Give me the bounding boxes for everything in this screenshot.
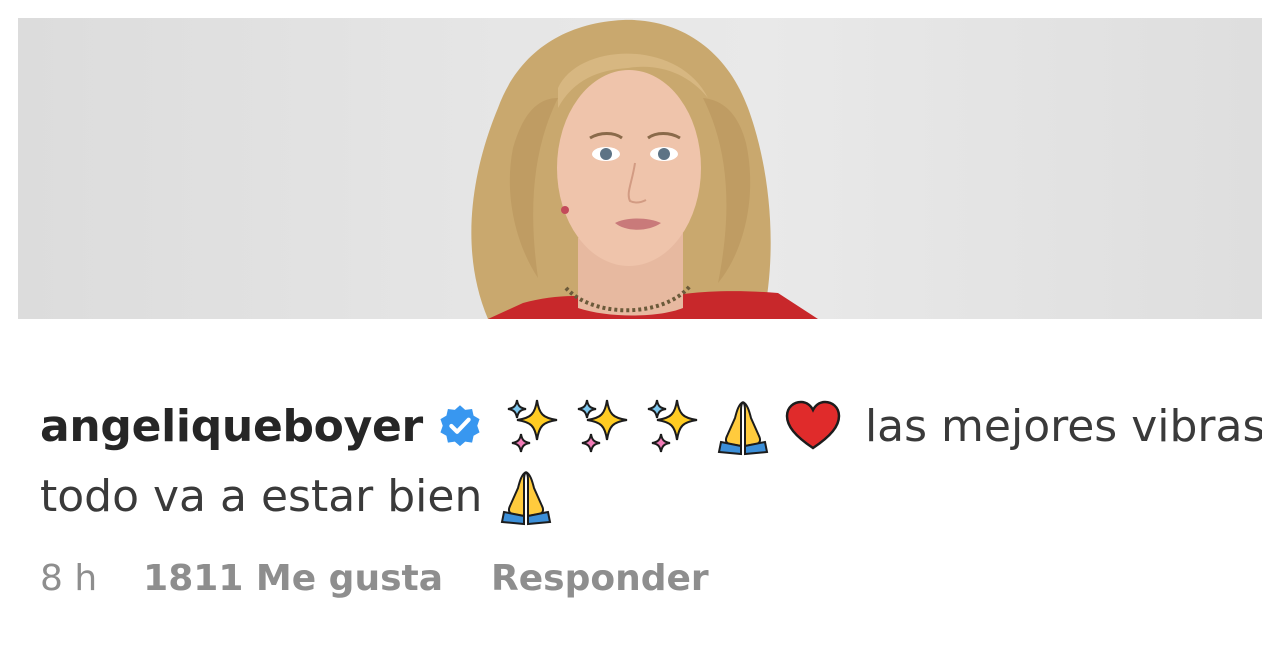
comment: angeliqueboyer las mejores vibras! todo … xyxy=(40,388,1262,534)
profile-photo-banner xyxy=(18,18,1262,319)
comment-text-line-2: todo va a estar bien xyxy=(40,470,483,522)
comment-line-2: todo va a estar bien xyxy=(40,458,1262,534)
username[interactable]: angeliqueboyer xyxy=(40,401,423,452)
sparkles-icon xyxy=(507,399,558,453)
red-heart-icon xyxy=(785,400,841,450)
likes-count-button[interactable]: 1811 Me gusta xyxy=(143,558,443,599)
reply-button[interactable]: Responder xyxy=(491,558,709,599)
instagram-comment-screenshot: angeliqueboyer las mejores vibras! todo … xyxy=(0,0,1280,656)
woman-portrait-image xyxy=(471,19,818,319)
folded-hands-icon xyxy=(501,471,552,526)
comment-line-1: angeliqueboyer las mejores vibras! xyxy=(40,388,1262,464)
sparkles-icon xyxy=(577,399,628,453)
verified-badge-icon xyxy=(440,405,480,447)
comment-text-line-1: las mejores vibras! xyxy=(864,400,1262,452)
comment-meta-row: 8 h 1811 Me gusta Responder xyxy=(40,558,709,599)
comment-timestamp: 8 h xyxy=(40,558,98,599)
folded-hands-icon xyxy=(717,401,769,456)
sparkles-icon xyxy=(647,399,698,453)
